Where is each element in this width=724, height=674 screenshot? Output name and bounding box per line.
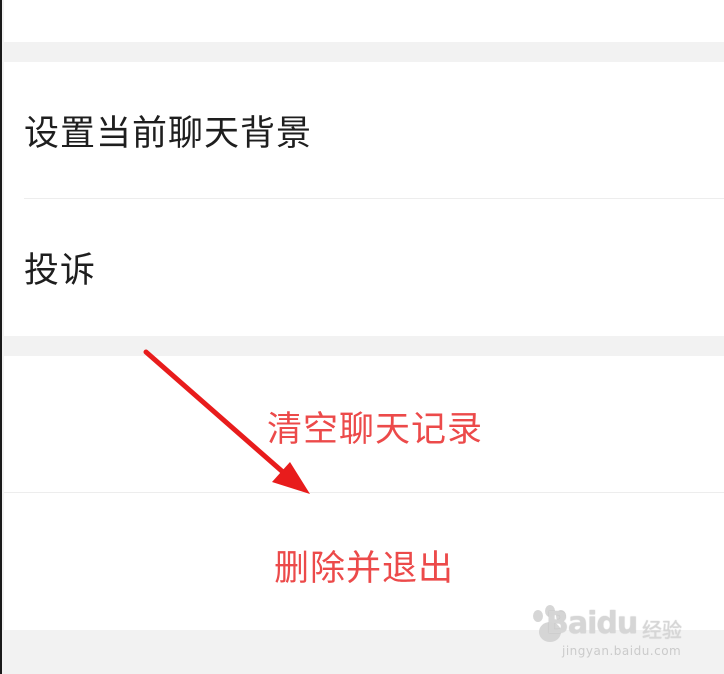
baidu-jingyan-watermark: Baidu 经验 jingyan.baidu.com bbox=[524, 604, 714, 664]
watermark-sub: 经验 bbox=[642, 618, 682, 642]
complain-label: 投诉 bbox=[24, 251, 97, 291]
clear-chat-history-button[interactable]: 清空聊天记录 bbox=[4, 356, 724, 493]
watermark-brand: Baidu bbox=[546, 606, 638, 641]
set-chat-background-row[interactable]: 设置当前聊天背景 bbox=[4, 62, 724, 199]
delete-and-exit-label: 删除并退出 bbox=[273, 549, 454, 589]
watermark-url: jingyan.baidu.com bbox=[562, 644, 682, 658]
chat-settings-screen: 设置当前聊天背景 投诉 清空聊天记录 删除并退出 Baidu 经验 jingya… bbox=[0, 0, 724, 674]
complain-row[interactable]: 投诉 bbox=[4, 199, 724, 336]
set-chat-background-label: 设置当前聊天背景 bbox=[24, 114, 313, 154]
settings-group-danger: 清空聊天记录 删除并退出 bbox=[4, 356, 724, 630]
clear-chat-history-label: 清空聊天记录 bbox=[266, 410, 483, 450]
previous-settings-card bbox=[4, 0, 724, 42]
settings-group-general: 设置当前聊天背景 投诉 bbox=[4, 62, 724, 336]
